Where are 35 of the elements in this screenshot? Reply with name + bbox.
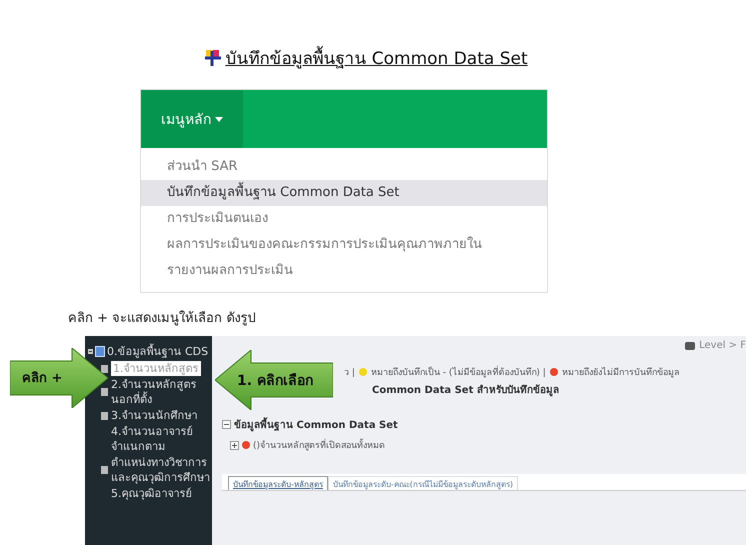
tab[interactable]: บันทึกข้อมูลระดับ-คณะ(กรณีไม่มีข้อมูลระดับหลักสูตร) [328, 476, 518, 490]
menu-item[interactable]: บันทึกข้อมูลพื้นฐาน Common Data Set [141, 180, 547, 206]
tree-item[interactable]: 4.จำนวนอาจารย์จำแนกตาม [111, 424, 212, 454]
tree-item[interactable]: 5.คุณวุฒิอาจารย์ [111, 486, 192, 501]
expand-toggle[interactable] [230, 440, 239, 450]
document-icon [101, 412, 108, 420]
page-title-link[interactable]: บันทึกข้อมูลพื้นฐาน Common Data Set [225, 44, 528, 71]
menu-item[interactable]: ผลการประเมินของคณะกรรมการประเมินคุณภาพภายใน [141, 232, 547, 258]
document-icon [101, 364, 108, 372]
caret-icon [215, 116, 223, 122]
section-title: ข้อมูลพื้นฐาน Common Data Set [234, 417, 398, 432]
tree-item[interactable]: ตำแหน่งทางวิชาการและคุณวุฒิการศึกษา [111, 455, 212, 485]
arrow-callout: 1. คลิกเลือก [215, 350, 333, 410]
tree-item[interactable]: ()จำนวนหลักสูตรที่เปิดสอนทั้งหมด [253, 438, 386, 452]
plus-icon [203, 48, 224, 68]
legend-text: ว | [344, 367, 355, 379]
menu-item[interactable]: การประเมินตนเอง [141, 206, 547, 232]
collapse-toggle[interactable] [222, 420, 231, 429]
subtitle-text: Common Data Set สำหรับบันทึกข้อมูล [372, 383, 560, 397]
legend-text: หมายถึงยังไม่มีการบันทึกข้อมูล [562, 366, 680, 379]
breadcrumb: Level > F [699, 340, 746, 351]
document-icon [101, 466, 108, 474]
main-menu-button[interactable]: เมนูหลัก [141, 90, 243, 148]
tree-item[interactable]: 2.จำนวนหลักสูตรนอกที่ตั้ง [111, 377, 212, 407]
menu-item[interactable]: ส่วนนำ SAR [141, 154, 547, 180]
caption-text: คลิก + จะแสดงเมนูให้เลือก ดังรูป [68, 310, 256, 328]
tab[interactable]: บันทึกข้อมูลระดับ-หลักสูตร [228, 476, 328, 490]
document-icon [101, 388, 108, 396]
tree-item[interactable]: 3.จำนวนนักศึกษา [111, 408, 198, 423]
folder-icon [95, 346, 105, 356]
menu-item[interactable]: รายงานผลการประเมิน [141, 258, 547, 284]
arrow-callout: คลิก + [10, 348, 108, 408]
tree-item[interactable]: 0.ข้อมูลพื้นฐาน CDS [107, 342, 208, 360]
legend-text: หมายถึงบันทึกเป็น - (ไม่มีข้อมูลที่ต้องบันทึก) | [370, 365, 546, 379]
collapse-toggle[interactable] [88, 348, 93, 354]
